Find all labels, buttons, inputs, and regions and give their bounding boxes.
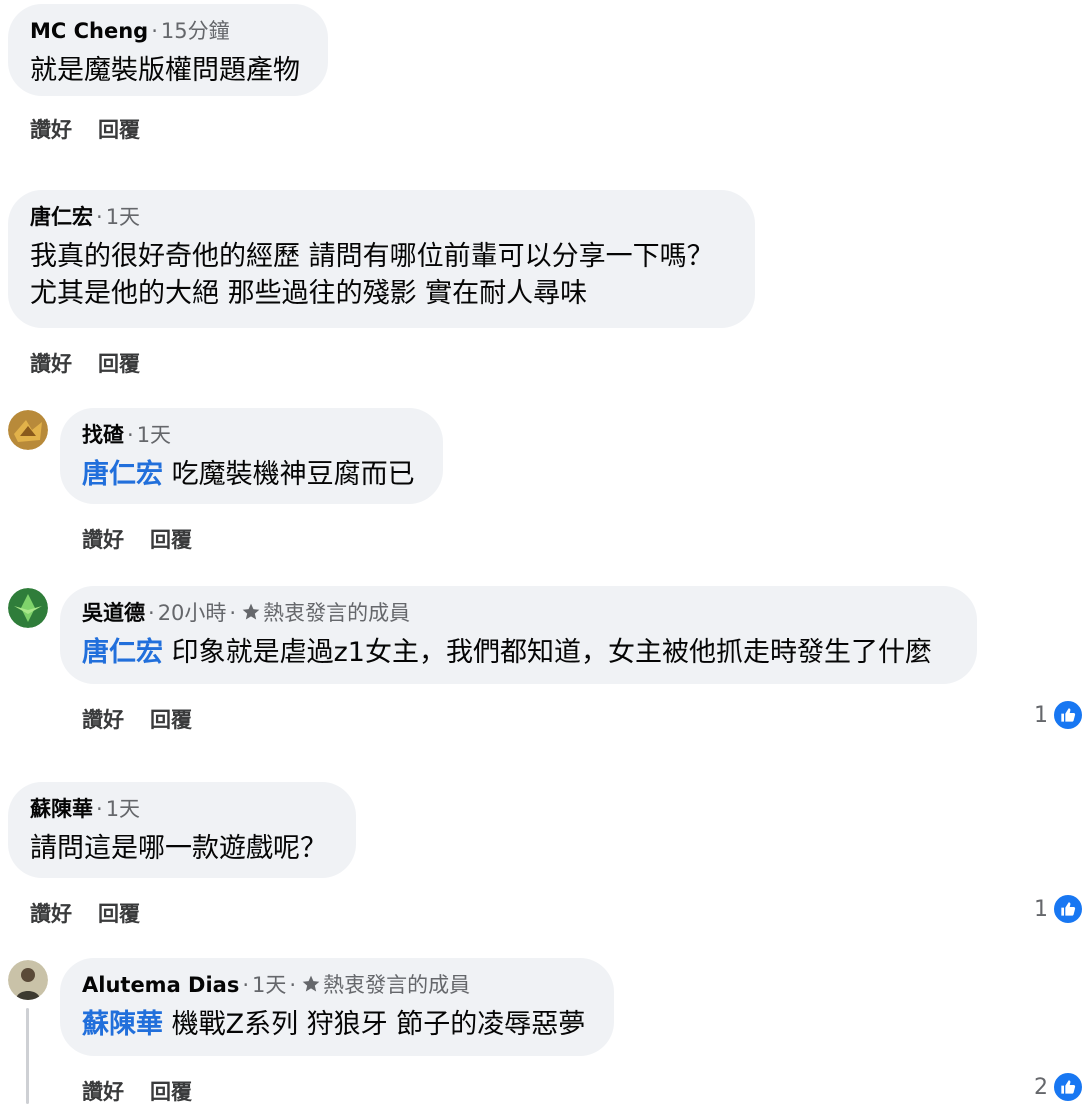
avatar[interactable] [8, 410, 48, 450]
like-button[interactable]: 讚好 [82, 708, 124, 732]
like-button[interactable]: 讚好 [30, 118, 72, 142]
comment-bubble: 唐仁宏 · 1天 我真的很好奇他的經歷 請問有哪位前輩可以分享一下嗎？ 尤其是他的大… [8, 190, 755, 328]
comment-actions: 讚好 回覆 [82, 704, 192, 734]
avatar[interactable] [8, 588, 48, 628]
comment-meta: 唐仁宏 · 1天 [30, 205, 141, 229]
star-icon [302, 975, 320, 992]
comment-text: 蘇陳華 機戰Z系列 狩狼牙 節子的凌辱惡夢 [82, 1006, 592, 1043]
comment-text-line: 尤其是他的大絕 那些過往的殘影 實在耐人尋味 [30, 278, 588, 309]
comment-time[interactable]: 20小時 [158, 601, 227, 625]
comment-meta: 蘇陳華 · 1天 [30, 797, 141, 821]
like-icon [1052, 699, 1084, 731]
thread-line [26, 1008, 29, 1104]
reply-bubble: 吳道德 · 20小時 · 熱衷發言的成員 唐仁宏 印象就是虐過z1女主，我們都知道，女主… [60, 586, 977, 684]
comment-actions: 讚好 回覆 [30, 898, 140, 928]
avatar-image [8, 588, 48, 628]
comment-actions: 讚好 回覆 [82, 524, 192, 554]
comment-meta: MC Cheng · 15分鐘 [30, 19, 230, 43]
comment-meta: 吳道德 · 20小時 · 熱衷發言的成員 [82, 601, 411, 625]
comment-author[interactable]: Alutema Dias [82, 973, 239, 997]
comment-time[interactable]: 1天 [106, 797, 140, 821]
reaction-count: 1 [1034, 896, 1048, 922]
reply-button[interactable]: 回覆 [98, 352, 140, 376]
reply-text: 機戰Z系列 狩狼牙 節子的凌辱惡夢 [171, 1009, 586, 1040]
comment-actions: 讚好 回覆 [82, 1076, 192, 1106]
comment-text: 就是魔裝版權問題產物 [30, 55, 300, 86]
comment-text: 唐仁宏 印象就是虐過z1女主，我們都知道，女主被他抓走時發生了什麼 [82, 634, 955, 671]
avatar[interactable] [8, 960, 48, 1000]
mention-link[interactable]: 唐仁宏 [82, 637, 163, 668]
like-button[interactable]: 讚好 [82, 1080, 124, 1104]
comment-time[interactable]: 1天 [106, 205, 140, 229]
comment-meta: Alutema Dias · 1天 · 熱衷發言的成員 [82, 973, 471, 997]
reply-button[interactable]: 回覆 [98, 118, 140, 142]
mention-link[interactable]: 蘇陳華 [82, 1009, 163, 1040]
comment-text: 唐仁宏 吃魔裝機神豆腐而已 [82, 456, 421, 493]
avatar-image [8, 960, 48, 1000]
comment-author[interactable]: MC Cheng [30, 19, 148, 43]
like-button[interactable]: 讚好 [82, 528, 124, 552]
reaction-count: 2 [1034, 1074, 1048, 1100]
comment-author[interactable]: 唐仁宏 [30, 205, 93, 229]
like-icon [1052, 893, 1084, 925]
member-badge[interactable]: 熱衷發言的成員 [263, 601, 410, 625]
comment-time[interactable]: 15分鐘 [161, 19, 230, 43]
like-button[interactable]: 讚好 [30, 902, 72, 926]
like-icon [1052, 1071, 1084, 1103]
comment-text: 請問這是哪一款遊戲呢？ [30, 833, 327, 864]
comment-time[interactable]: 1天 [137, 423, 171, 447]
reply-text: 吃魔裝機神豆腐而已 [171, 459, 415, 490]
reaction-summary[interactable]: 2 [1034, 1071, 1084, 1103]
avatar-image [8, 410, 48, 450]
comment-meta: 找碴 · 1天 [82, 423, 172, 447]
reply-button[interactable]: 回覆 [98, 902, 140, 926]
reaction-count: 1 [1034, 702, 1048, 728]
comment-text: 我真的很好奇他的經歷 請問有哪位前輩可以分享一下嗎？ 尤其是他的大絕 那些過往的… [30, 238, 733, 312]
reply-bubble: Alutema Dias · 1天 · 熱衷發言的成員 蘇陳華 機戰Z系列 狩狼牙 節子… [60, 958, 614, 1056]
comment-bubble: 蘇陳華 · 1天 請問這是哪一款遊戲呢？ [8, 782, 356, 878]
comment-time[interactable]: 1天 [252, 973, 286, 997]
reply-button[interactable]: 回覆 [150, 528, 192, 552]
reaction-summary[interactable]: 1 [1034, 893, 1084, 925]
comment-actions: 讚好 回覆 [30, 114, 140, 144]
comment-text-line: 我真的很好奇他的經歷 請問有哪位前輩可以分享一下嗎？ [30, 241, 714, 272]
mention-link[interactable]: 唐仁宏 [82, 459, 163, 490]
like-button[interactable]: 讚好 [30, 352, 72, 376]
comment-actions: 讚好 回覆 [30, 348, 140, 378]
reply-text: 印象就是虐過z1女主，我們都知道，女主被他抓走時發生了什麼 [171, 637, 932, 668]
comment-bubble: MC Cheng · 15分鐘 就是魔裝版權問題產物 [8, 4, 328, 96]
reply-button[interactable]: 回覆 [150, 1080, 192, 1104]
star-icon [242, 603, 260, 620]
member-badge[interactable]: 熱衷發言的成員 [323, 973, 470, 997]
comment-author[interactable]: 蘇陳華 [30, 797, 93, 821]
comment-author[interactable]: 找碴 [82, 423, 124, 447]
comment-author[interactable]: 吳道德 [82, 601, 145, 625]
reaction-summary[interactable]: 1 [1034, 699, 1084, 731]
reply-button[interactable]: 回覆 [150, 708, 192, 732]
reply-bubble: 找碴 · 1天 唐仁宏 吃魔裝機神豆腐而已 [60, 408, 443, 504]
